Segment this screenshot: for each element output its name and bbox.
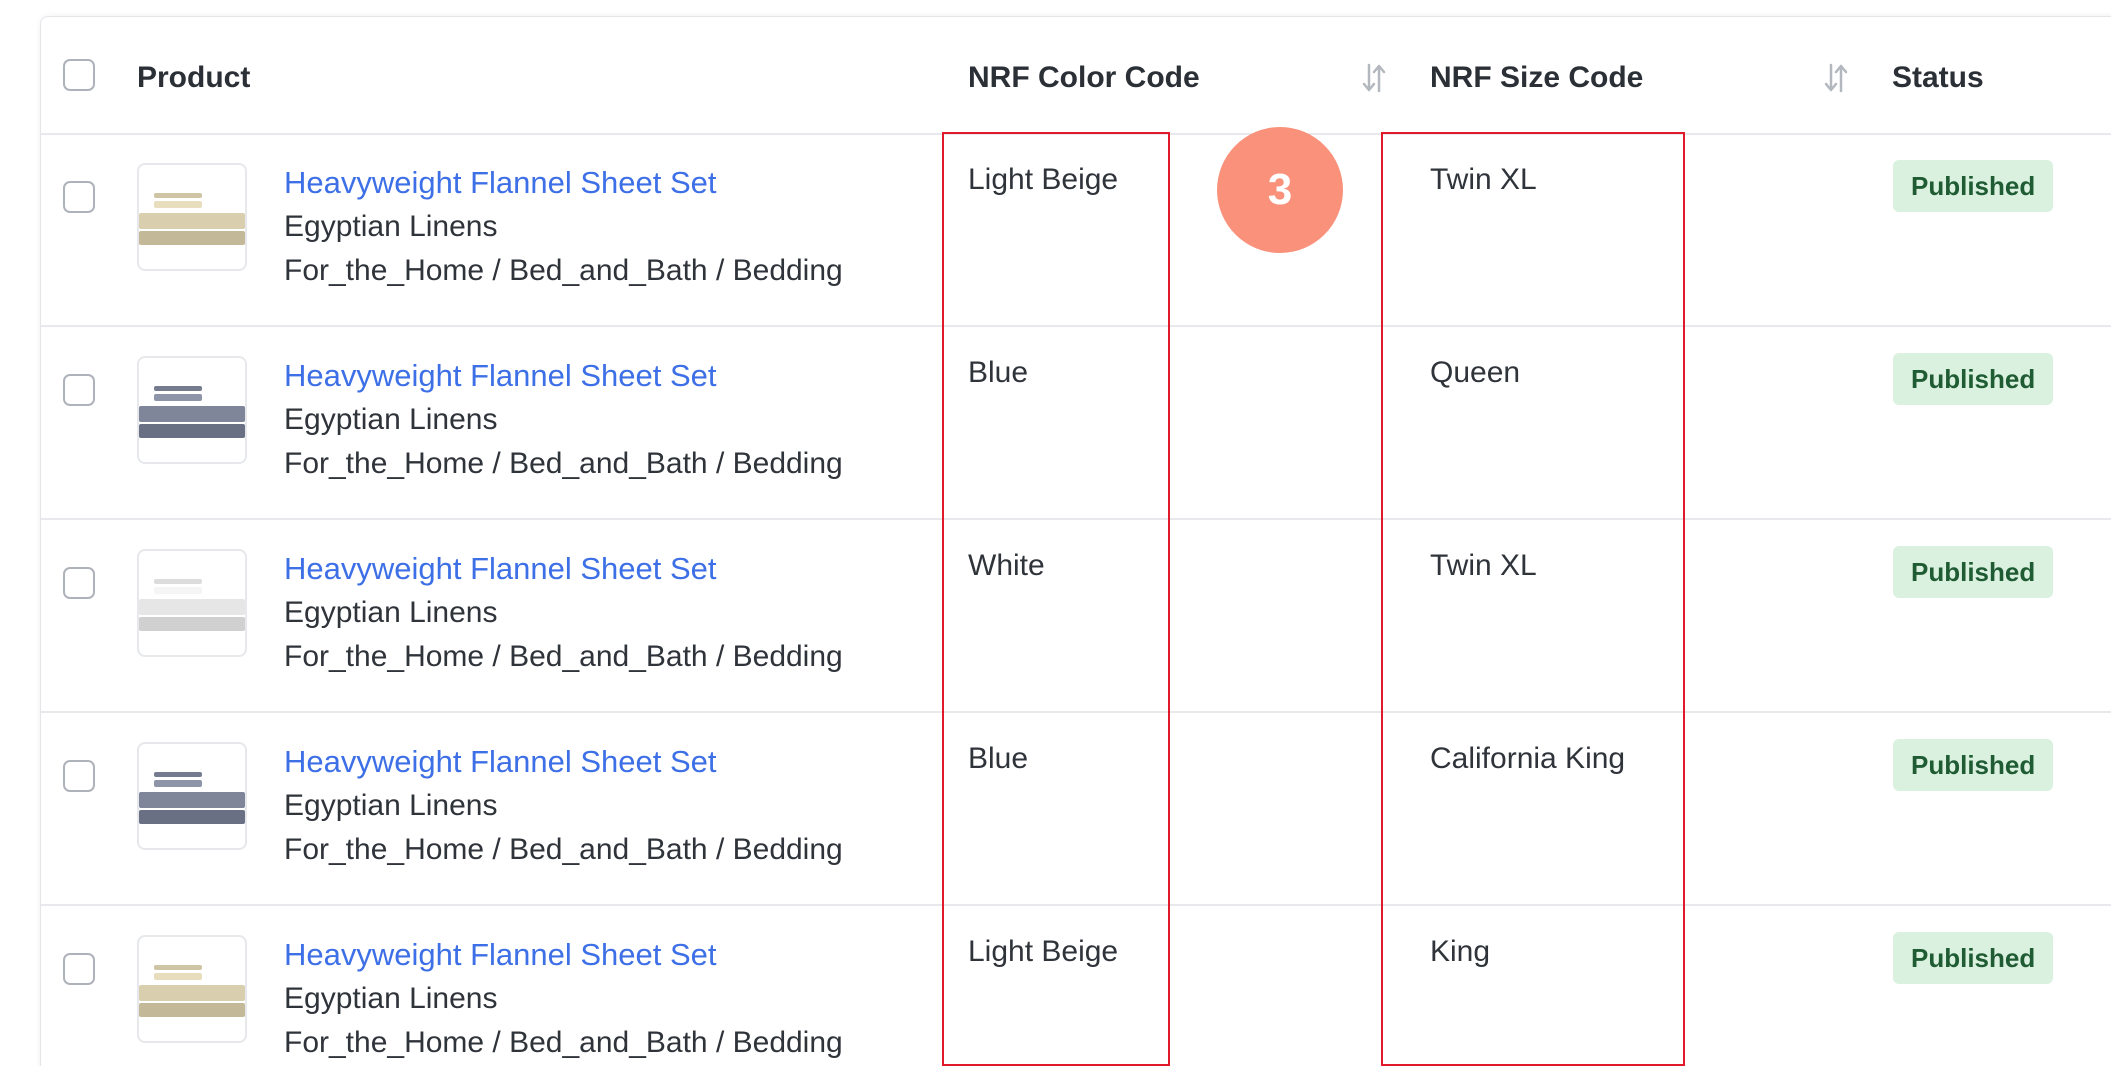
product-thumbnail: [137, 549, 247, 657]
row-checkbox[interactable]: [63, 760, 95, 792]
product-category-path: For_the_Home / Bed_and_Bath / Bedding: [284, 640, 843, 673]
table-row[interactable]: Heavyweight Flannel Sheet Set Egyptian L…: [41, 326, 2111, 520]
row-checkbox[interactable]: [63, 567, 95, 599]
product-brand: Egyptian Linens: [284, 596, 498, 629]
product-brand: Egyptian Linens: [284, 403, 498, 436]
table-row[interactable]: Heavyweight Flannel Sheet Set Egyptian L…: [41, 712, 2111, 906]
table-row[interactable]: Heavyweight Flannel Sheet Set Egyptian L…: [41, 133, 2111, 327]
folded-sheets-image: [139, 386, 245, 438]
row-checkbox[interactable]: [63, 181, 95, 213]
product-name-link[interactable]: Heavyweight Flannel Sheet Set: [284, 358, 717, 394]
status-badge: Published: [1893, 353, 2054, 405]
status-badge: Published: [1893, 932, 2054, 984]
step-number-badge: 3: [1217, 127, 1343, 253]
select-all-checkbox[interactable]: [63, 59, 95, 91]
product-brand: Egyptian Linens: [284, 210, 498, 243]
table-row[interactable]: Heavyweight Flannel Sheet Set Egyptian L…: [41, 519, 2111, 713]
row-checkbox[interactable]: [63, 953, 95, 985]
status-badge: Published: [1893, 546, 2054, 598]
status-badge: Published: [1893, 739, 2054, 791]
folded-sheets-image: [139, 579, 245, 631]
folded-sheets-image: [139, 965, 245, 1017]
product-category-path: For_the_Home / Bed_and_Bath / Bedding: [284, 254, 843, 287]
product-name-link[interactable]: Heavyweight Flannel Sheet Set: [284, 551, 717, 587]
color-code-cell: Light Beige: [968, 163, 1119, 196]
color-code-cell: Blue: [968, 742, 1029, 775]
column-header-color-code[interactable]: NRF Color Code: [968, 61, 1200, 95]
product-name-link[interactable]: Heavyweight Flannel Sheet Set: [284, 937, 717, 973]
folded-sheets-image: [139, 772, 245, 824]
product-brand: Egyptian Linens: [284, 982, 498, 1015]
product-category-path: For_the_Home / Bed_and_Bath / Bedding: [284, 833, 843, 866]
sort-arrows-icon[interactable]: [1359, 61, 1389, 95]
product-name-link[interactable]: Heavyweight Flannel Sheet Set: [284, 744, 717, 780]
table-header-row: Product NRF Color Code NRF Size Code Sta…: [41, 17, 2111, 135]
table-row[interactable]: Heavyweight Flannel Sheet Set Egyptian L…: [41, 905, 2111, 1066]
screen: Product NRF Color Code NRF Size Code Sta…: [0, 0, 2111, 1066]
color-code-cell: Blue: [968, 356, 1029, 389]
size-code-cell: Twin XL: [1430, 163, 1537, 196]
product-category-path: For_the_Home / Bed_and_Bath / Bedding: [284, 1026, 843, 1059]
column-header-size-code[interactable]: NRF Size Code: [1430, 61, 1643, 95]
column-header-status[interactable]: Status: [1892, 61, 1984, 95]
status-badge: Published: [1893, 160, 2054, 212]
column-header-product[interactable]: Product: [137, 61, 250, 95]
product-thumbnail: [137, 935, 247, 1043]
product-thumbnail: [137, 356, 247, 464]
sort-arrows-icon[interactable]: [1821, 61, 1851, 95]
size-code-cell: Queen: [1430, 356, 1521, 389]
product-thumbnail: [137, 742, 247, 850]
size-code-cell: King: [1430, 935, 1491, 968]
folded-sheets-image: [139, 193, 245, 245]
row-checkbox[interactable]: [63, 374, 95, 406]
color-code-cell: White: [968, 549, 1045, 582]
product-brand: Egyptian Linens: [284, 789, 498, 822]
product-thumbnail: [137, 163, 247, 271]
product-name-link[interactable]: Heavyweight Flannel Sheet Set: [284, 165, 717, 201]
products-table: Product NRF Color Code NRF Size Code Sta…: [40, 16, 2111, 1066]
size-code-cell: California King: [1430, 742, 1626, 775]
color-code-cell: Light Beige: [968, 935, 1119, 968]
product-category-path: For_the_Home / Bed_and_Bath / Bedding: [284, 447, 843, 480]
size-code-cell: Twin XL: [1430, 549, 1537, 582]
